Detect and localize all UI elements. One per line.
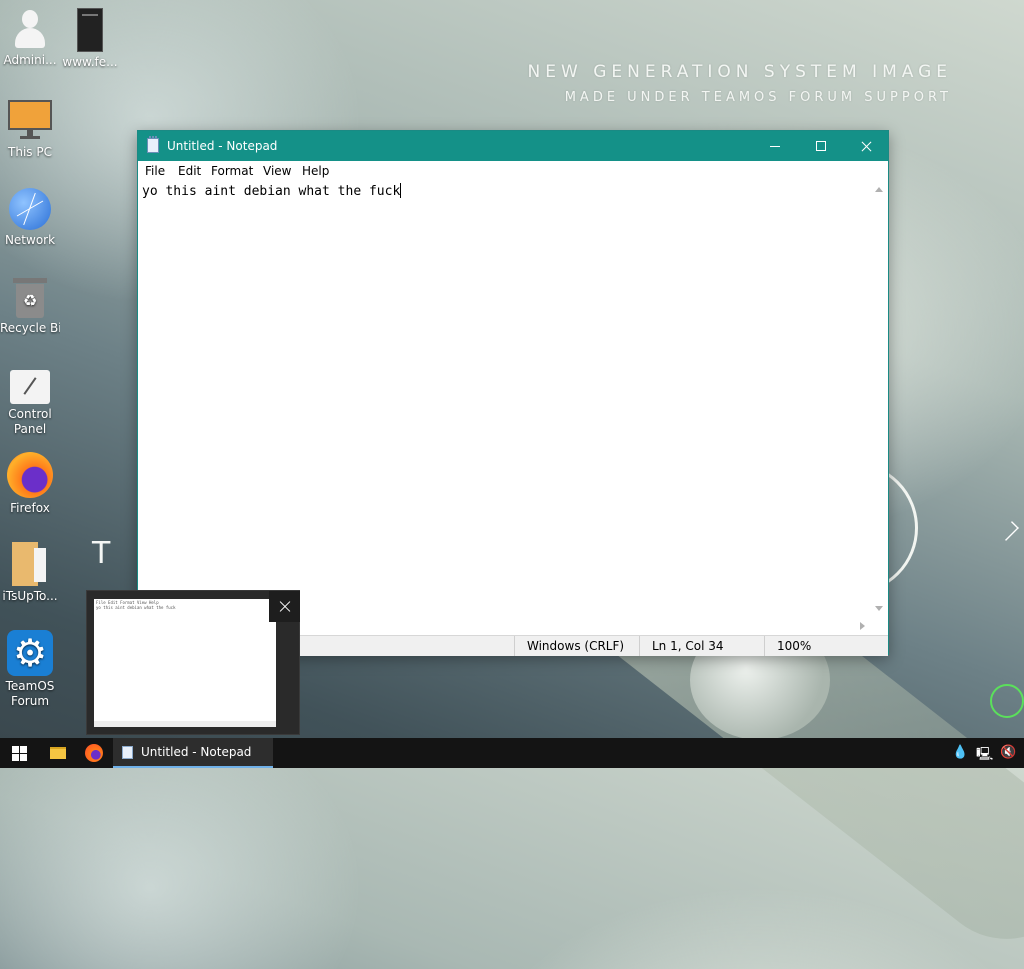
- desktop-icon-label: iTsUpTo...: [2, 589, 58, 603]
- firefox-icon: [85, 744, 103, 762]
- folder-icon: [12, 540, 48, 586]
- taskbar: Untitled - Notepad 💧 🖳 🔇: [0, 738, 1024, 768]
- windows-logo-icon-part: [20, 754, 27, 761]
- desktop-icon-label: Network: [4, 233, 56, 247]
- desktop-icon-label: Recycle Bin: [0, 321, 60, 335]
- folder-icon: [50, 747, 66, 759]
- document-icon: [77, 8, 103, 52]
- menu-file[interactable]: File: [145, 164, 165, 178]
- text-editor-area[interactable]: yo this aint debian what the fuck: [138, 180, 871, 618]
- windows-logo-icon: [12, 746, 19, 753]
- notepad-title-bar[interactable]: Untitled - Notepad: [138, 131, 888, 161]
- taskbar-item-label: Untitled - Notepad: [141, 745, 252, 759]
- maximize-button[interactable]: [798, 131, 844, 161]
- preview-content-text: yo this aint debian what the fuck: [96, 605, 176, 610]
- menu-format[interactable]: Format: [211, 164, 253, 178]
- volume-muted-icon[interactable]: 🔇: [1000, 745, 1016, 760]
- gear-icon: ⚙: [7, 630, 53, 676]
- taskbar-notepad[interactable]: Untitled - Notepad: [113, 738, 273, 768]
- preview-thumbnail[interactable]: File Edit Format View Help yo this aint …: [94, 599, 276, 727]
- desktop-icon-this-pc[interactable]: This PC: [0, 100, 60, 160]
- notepad-icon: [122, 746, 133, 759]
- desktop-icon-folder[interactable]: iTsUpTo...: [0, 540, 60, 604]
- desktop-icon-label: www.fe...: [62, 55, 118, 69]
- taskbar-thumbnail-preview[interactable]: File Edit Format View Help yo this aint …: [86, 590, 300, 735]
- scroll-up-arrow-icon[interactable]: [875, 187, 883, 192]
- vertical-scrollbar[interactable]: [871, 180, 888, 618]
- control-panel-icon: [10, 370, 50, 404]
- recycle-bin-icon: ♻: [13, 276, 47, 318]
- menu-view[interactable]: View: [263, 164, 291, 178]
- scroll-right-arrow-icon[interactable]: [860, 622, 865, 630]
- text-caret: [400, 183, 402, 198]
- preview-close-button[interactable]: [269, 591, 300, 622]
- network-icon[interactable]: 🖳: [976, 745, 993, 767]
- desktop-icon-file[interactable]: www.fe...: [60, 8, 120, 70]
- desktop-icon-administrator[interactable]: Admini...: [0, 8, 60, 68]
- desktop-icon-control-panel[interactable]: Control Panel: [0, 370, 60, 437]
- desktop-icon-firefox[interactable]: Firefox: [0, 452, 60, 516]
- windows-logo-icon-part: [20, 746, 27, 753]
- window-title: Untitled - Notepad: [167, 139, 278, 153]
- status-line-ending: Windows (CRLF): [514, 636, 639, 656]
- status-zoom: 100%: [764, 636, 888, 656]
- chevron-right-icon[interactable]: [999, 521, 1019, 541]
- desktop-icon-label: Control Panel: [8, 407, 52, 436]
- start-button[interactable]: [0, 738, 38, 768]
- menu-help[interactable]: Help: [302, 164, 329, 178]
- monitor-icon: [8, 100, 52, 142]
- scroll-down-arrow-icon[interactable]: [875, 606, 883, 611]
- menu-edit[interactable]: Edit: [178, 164, 201, 178]
- wallpaper-subline: MADE UNDER TEAMOS FORUM SUPPORT: [564, 90, 952, 105]
- user-icon: [13, 8, 47, 50]
- desktop-icon-teamos-forum[interactable]: ⚙ TeamOS Forum: [0, 630, 60, 709]
- close-button[interactable]: [843, 131, 889, 161]
- widget-ring-icon: [990, 684, 1024, 718]
- menu-bar: File Edit Format View Help: [138, 161, 888, 180]
- desktop-icon-label: Firefox: [10, 501, 50, 515]
- desktop-icon-label: This PC: [8, 145, 52, 159]
- droplet-icon[interactable]: 💧: [952, 745, 968, 760]
- editor-text: yo this aint debian what the fuck: [142, 184, 401, 199]
- windows-logo-icon-part: [12, 754, 19, 761]
- preview-status-strip: [94, 721, 276, 727]
- wallpaper-headline: NEW GENERATION SYSTEM IMAGE: [527, 62, 952, 82]
- taskbar-firefox[interactable]: [76, 738, 112, 768]
- desktop-icon-label: TeamOS Forum: [5, 679, 55, 708]
- notepad-window[interactable]: Untitled - Notepad File Edit Format View…: [137, 130, 889, 656]
- taskbar-file-explorer[interactable]: [40, 738, 76, 768]
- minimize-button[interactable]: [752, 131, 798, 161]
- desktop-icon-network[interactable]: Network: [0, 188, 60, 248]
- desktop-icon-recycle-bin[interactable]: ♻ Recycle Bin: [0, 276, 60, 336]
- firefox-icon: [7, 452, 53, 498]
- desktop-icon-label: Admini...: [3, 53, 57, 67]
- notepad-app-icon: [147, 136, 159, 153]
- status-cursor-position: Ln 1, Col 34: [639, 636, 764, 656]
- network-globe-icon: [9, 188, 51, 230]
